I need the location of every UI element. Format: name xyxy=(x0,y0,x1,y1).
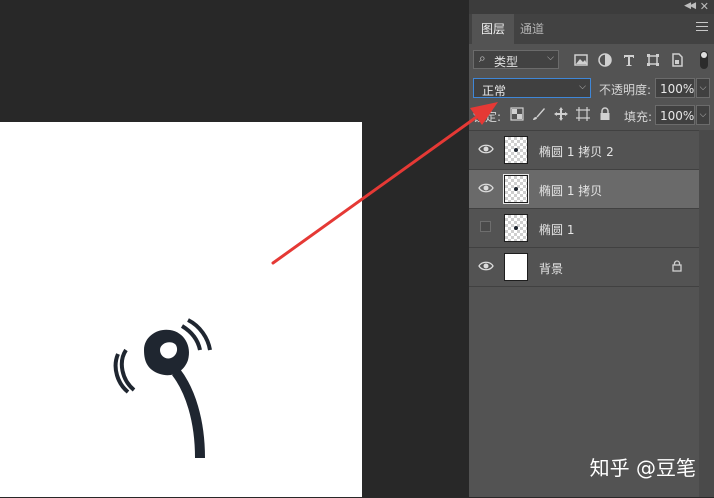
eye-icon[interactable] xyxy=(478,182,494,194)
image-filter-icon[interactable] xyxy=(573,52,589,68)
tab-channels[interactable]: 通道 xyxy=(511,14,553,44)
fill-dropdown-button[interactable]: ⌵ xyxy=(696,105,710,125)
ellipse-thumb-mark xyxy=(514,187,518,191)
eye-icon[interactable] xyxy=(478,260,494,272)
blend-opacity-row: 正常 ⌵ 不透明度: 100% ⌵ xyxy=(473,76,710,100)
type-filter-icon[interactable] xyxy=(621,52,637,68)
lock-position-icon[interactable] xyxy=(554,107,568,121)
lock-all-icon[interactable] xyxy=(598,107,612,121)
document-workspace xyxy=(0,0,469,497)
layer-name: 椭圆 1 拷贝 2 xyxy=(539,145,614,159)
filter-type-label: 类型 xyxy=(494,55,519,69)
eye-icon[interactable] xyxy=(478,143,494,155)
chevron-down-icon: ⌵ xyxy=(579,82,586,92)
tab-layers[interactable]: 图层 xyxy=(472,14,515,44)
smart-object-filter-icon[interactable] xyxy=(669,52,685,68)
visibility-toggle-empty[interactable] xyxy=(480,221,491,232)
layer-row[interactable]: 背景 xyxy=(469,248,699,287)
lock-icon xyxy=(672,260,682,272)
panel-tabbar: 图层 通道 xyxy=(469,14,714,44)
watermark: 知乎 @豆笔 xyxy=(589,456,696,480)
layer-thumbnail xyxy=(504,253,528,281)
panel-menu-icon[interactable] xyxy=(696,22,708,34)
layer-list-scrollbar[interactable] xyxy=(699,130,714,497)
chevron-down-icon: ⌵ xyxy=(547,53,554,63)
search-icon: ⌕ xyxy=(479,51,486,65)
lock-artboard-icon[interactable] xyxy=(576,107,590,121)
blend-mode-value: 正常 xyxy=(482,84,507,98)
layer-name: 背景 xyxy=(539,262,564,276)
shape-filter-icon[interactable] xyxy=(645,52,661,68)
layer-thumbnail xyxy=(504,136,528,164)
blend-mode-select[interactable]: 正常 ⌵ xyxy=(473,78,591,98)
filter-type-select[interactable]: ⌕ 类型 ⌵ xyxy=(473,50,559,69)
layer-name: 椭圆 1 xyxy=(539,223,575,237)
layer-list: 椭圆 1 拷贝 2 椭圆 1 拷贝 椭圆 1 背景 xyxy=(469,130,699,498)
lock-label: 锁定: xyxy=(473,110,502,124)
layer-row[interactable]: 椭圆 1 拷贝 xyxy=(469,170,699,209)
lock-image-pixels-icon[interactable] xyxy=(532,107,546,121)
adjustment-filter-icon[interactable] xyxy=(597,52,613,68)
opacity-dropdown-button[interactable]: ⌵ xyxy=(696,78,710,98)
layer-thumbnail xyxy=(503,174,529,204)
filter-toggle-switch[interactable] xyxy=(700,51,708,69)
layer-thumbnail xyxy=(504,214,528,242)
close-icon[interactable]: ✕ xyxy=(700,0,709,13)
lock-transparent-pixels-icon[interactable] xyxy=(510,107,524,121)
collapse-panel-icon[interactable]: ◀◀ xyxy=(684,1,696,11)
opacity-label: 不透明度: xyxy=(599,83,652,97)
ellipse-thumb-mark xyxy=(514,148,518,152)
fill-label: 填充: xyxy=(624,110,653,124)
layer-row[interactable]: 椭圆 1 xyxy=(469,209,699,248)
ellipse-artwork xyxy=(113,318,212,459)
layer-name: 椭圆 1 拷贝 xyxy=(539,184,603,198)
fill-input[interactable]: 100% xyxy=(655,105,695,125)
layers-panel: ◀◀ ✕ 图层 通道 ⌕ 类型 ⌵ 正常 ⌵ 不透明度: 100% ⌵ 锁定: xyxy=(469,0,714,497)
layer-row[interactable]: 椭圆 1 拷贝 2 xyxy=(469,131,699,170)
panel-titlebar[interactable]: ◀◀ ✕ xyxy=(469,0,714,14)
ellipse-thumb-mark xyxy=(514,226,518,230)
opacity-input[interactable]: 100% xyxy=(655,78,695,98)
layer-filter-row: ⌕ 类型 ⌵ xyxy=(473,49,710,71)
lock-fill-row: 锁定: 填充: 100% ⌵ xyxy=(473,104,710,126)
